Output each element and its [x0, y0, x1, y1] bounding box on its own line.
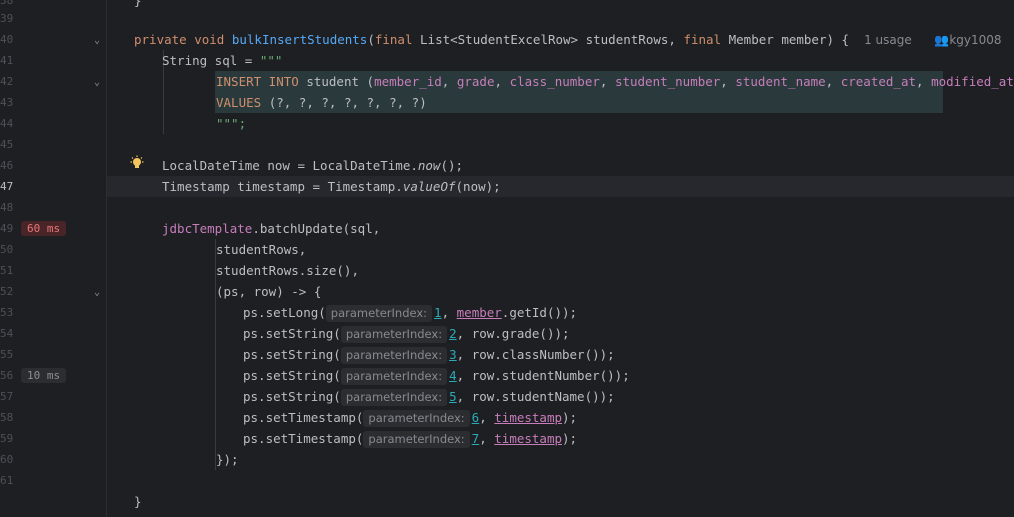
line-number: 50 [0, 243, 14, 256]
line-number: 45 [0, 138, 14, 151]
line-number: 61 [0, 474, 14, 487]
code-line-setter: ps.setTimestamp(parameterIndex: 7, timest… [243, 431, 578, 448]
code-line-sql-insert: INSERT INTO student (member_id, grade, c… [216, 74, 1014, 89]
code-line-setter: ps.setString(parameterIndex: 3, row.class… [243, 347, 615, 364]
line-number: 46 [0, 159, 14, 172]
line-number: 53 [0, 306, 14, 319]
line-number: 56 [0, 369, 14, 382]
code-area[interactable]: } private void bulkInsertStudents(final … [107, 0, 1014, 517]
line-number: 59 [0, 432, 14, 445]
line-number: 54 [0, 327, 14, 340]
code-line-method-signature: private void bulkInsertStudents(final Li… [134, 32, 1002, 47]
code-line-lambda: (ps, row) -> { [216, 284, 322, 299]
author-icon: 👥 [934, 33, 950, 47]
parameter-hint: parameterIndex: [340, 326, 448, 343]
parameter-hint: parameterIndex: [340, 389, 448, 406]
usage-count[interactable]: 1 usage [864, 33, 912, 47]
code-line-setter: ps.setTimestamp(parameterIndex: 6, timest… [243, 410, 578, 427]
line-number: 51 [0, 264, 14, 277]
lightbulb-icon[interactable] [129, 155, 145, 171]
line-number: 42 [0, 75, 14, 88]
parameter-hint: parameterIndex: [340, 347, 448, 364]
code-line-arg-size: studentRows.size(), [216, 263, 359, 278]
line-number-current: 47 [0, 180, 14, 193]
author-name[interactable]: kgy1008 [949, 33, 1001, 47]
line-number: 48 [0, 201, 14, 214]
line-number: 40 [0, 33, 14, 46]
code-line-setter: ps.setString(parameterIndex: 5, row.stude… [243, 389, 615, 406]
code-line-close-method: } [134, 494, 142, 509]
code-line-timestamp: Timestamp timestamp = Timestamp.valueOf(… [162, 179, 501, 194]
fold-chevron-icon[interactable]: ⌄ [91, 72, 103, 93]
line-number: 39 [0, 12, 14, 25]
fold-chevron-icon[interactable]: ⌄ [91, 30, 103, 51]
code-line-sql-decl: String sql = """ [162, 53, 283, 68]
code-line-setter: ps.setString(parameterIndex: 4, row.stude… [243, 368, 630, 385]
line-number: 52 [0, 285, 14, 298]
timing-badge-10ms[interactable]: 10 ms [21, 368, 67, 383]
code-line-setter: ps.setString(parameterIndex: 2, row.grade… [243, 326, 570, 343]
code-line-sql-values: VALUES (?, ?, ?, ?, ?, ?, ?) [216, 95, 427, 110]
editor-gutter: 38 39 40 41 42 43 44 45 46 47 48 49 50 5… [0, 0, 107, 517]
line-number: 60 [0, 453, 14, 466]
parameter-hint: parameterIndex: [325, 305, 433, 322]
line-number: 58 [0, 411, 14, 424]
parameter-hint: parameterIndex: [340, 368, 448, 385]
code-line-now: LocalDateTime now = LocalDateTime.now(); [162, 158, 464, 173]
code-line-close-lambda: }); [216, 452, 239, 467]
fold-chevron-icon[interactable]: ⌄ [91, 282, 103, 303]
code-editor[interactable]: 38 39 40 41 42 43 44 45 46 47 48 49 50 5… [0, 0, 1014, 517]
line-number: 43 [0, 96, 14, 109]
parameter-hint: parameterIndex: [363, 431, 470, 448]
code-line-arg-rows: studentRows, [216, 242, 307, 257]
parameter-hint: parameterIndex: [363, 410, 470, 427]
code-line-batch-update: jdbcTemplate.batchUpdate(sql, [162, 221, 381, 236]
line-number: 49 [0, 222, 14, 235]
code-line-sql-close: """; [216, 116, 247, 131]
line-number: 44 [0, 117, 14, 130]
timing-badge-60ms[interactable]: 60 ms [21, 221, 67, 236]
line-number: 41 [0, 54, 14, 67]
line-number: 57 [0, 390, 14, 403]
code-line-setter: ps.setLong(parameterIndex: 1, member.getI… [243, 305, 578, 322]
code-line-top-brace: } [134, 0, 142, 8]
line-number: 55 [0, 348, 14, 361]
